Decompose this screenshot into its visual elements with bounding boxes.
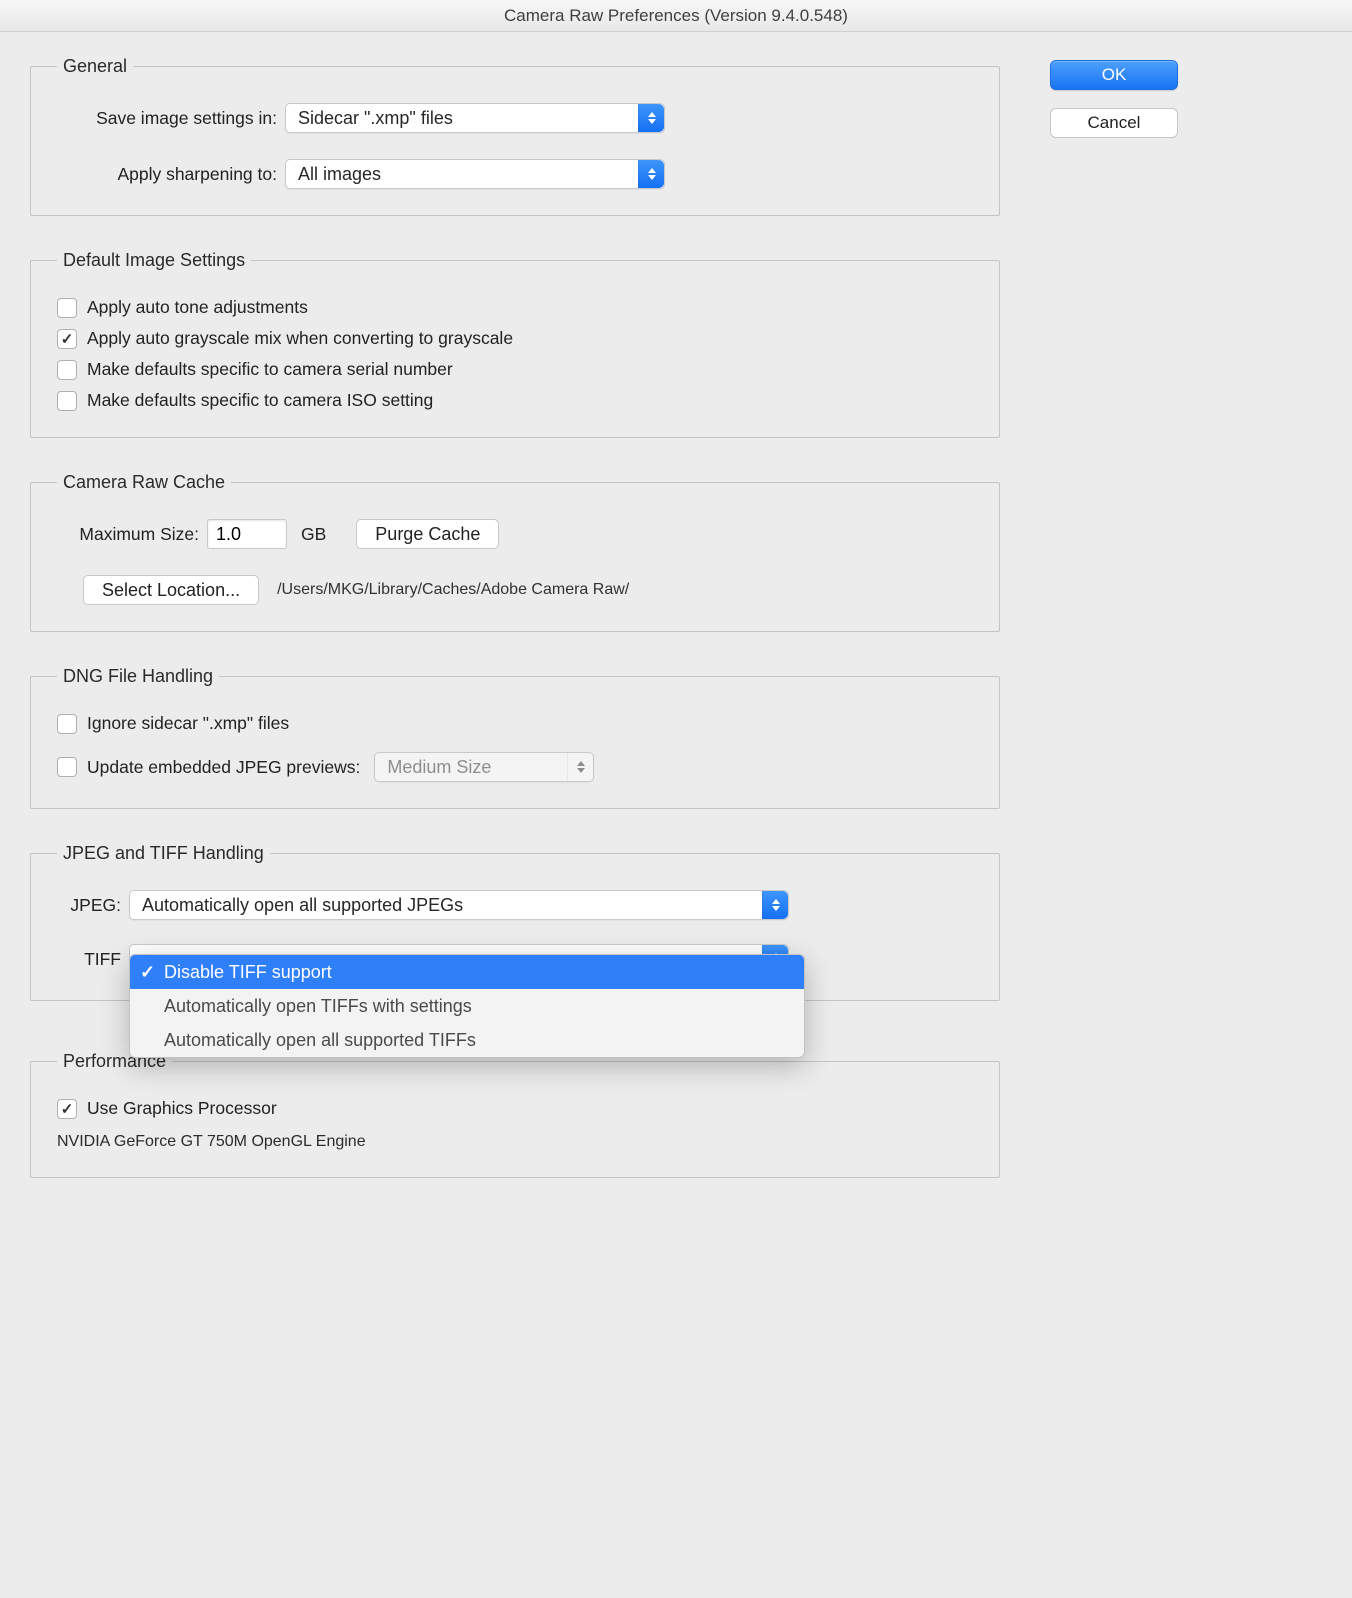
- ok-button[interactable]: OK: [1050, 60, 1178, 90]
- select-sharpen-value: All images: [298, 164, 381, 185]
- stepper-icon: [567, 753, 593, 781]
- checkbox-icon: [57, 329, 77, 349]
- checkbox-auto-tone-label: Apply auto tone adjustments: [87, 297, 308, 318]
- button-select-location[interactable]: Select Location...: [83, 575, 259, 605]
- checkbox-iso[interactable]: Make defaults specific to camera ISO set…: [57, 390, 973, 411]
- checkbox-icon: [57, 391, 77, 411]
- input-max-size[interactable]: [207, 519, 287, 549]
- dropdown-item-disable-tiff[interactable]: ✓ Disable TIFF support: [130, 955, 804, 989]
- checkbox-auto-grayscale[interactable]: Apply auto grayscale mix when converting…: [57, 328, 973, 349]
- select-sharpen[interactable]: All images: [285, 159, 665, 189]
- gpu-info: NVIDIA GeForce GT 750M OpenGL Engine: [57, 1133, 973, 1151]
- checkbox-auto-grayscale-label: Apply auto grayscale mix when converting…: [87, 328, 513, 349]
- checkbox-auto-tone[interactable]: Apply auto tone adjustments: [57, 297, 973, 318]
- select-preview-size: Medium Size: [374, 752, 594, 782]
- group-dng: DNG File Handling Ignore sidecar ".xmp" …: [30, 666, 1000, 809]
- group-general: General Save image settings in: Sidecar …: [30, 56, 1000, 216]
- checkbox-icon: [57, 757, 77, 777]
- checkbox-use-gpu-label: Use Graphics Processor: [87, 1098, 277, 1119]
- dropdown-tiff-options[interactable]: ✓ Disable TIFF support Automatically ope…: [129, 954, 805, 1058]
- checkbox-use-gpu[interactable]: Use Graphics Processor: [57, 1098, 973, 1119]
- cancel-button[interactable]: Cancel: [1050, 108, 1178, 138]
- legend-defaults: Default Image Settings: [57, 250, 251, 271]
- window-title: Camera Raw Preferences (Version 9.4.0.54…: [0, 0, 1352, 32]
- legend-dng: DNG File Handling: [57, 666, 219, 687]
- checkbox-icon: [57, 1099, 77, 1119]
- checkbox-iso-label: Make defaults specific to camera ISO set…: [87, 390, 433, 411]
- stepper-icon: [762, 891, 788, 919]
- stepper-icon: [638, 104, 664, 132]
- check-icon: ✓: [140, 962, 155, 983]
- dropdown-item-tiff-with-settings[interactable]: Automatically open TIFFs with settings: [130, 989, 804, 1023]
- select-preview-size-value: Medium Size: [387, 757, 491, 778]
- label-sharpen: Apply sharpening to:: [57, 164, 285, 185]
- group-default-image-settings: Default Image Settings Apply auto tone a…: [30, 250, 1000, 438]
- checkbox-serial[interactable]: Make defaults specific to camera serial …: [57, 359, 973, 380]
- checkbox-icon: [57, 714, 77, 734]
- label-jpeg: JPEG:: [57, 895, 129, 916]
- label-save-settings: Save image settings in:: [57, 108, 285, 129]
- legend-cache: Camera Raw Cache: [57, 472, 231, 493]
- checkbox-icon: [57, 360, 77, 380]
- select-save-settings-value: Sidecar ".xmp" files: [298, 108, 453, 129]
- checkbox-ignore-sidecar-label: Ignore sidecar ".xmp" files: [87, 713, 289, 734]
- checkbox-ignore-sidecar[interactable]: Ignore sidecar ".xmp" files: [57, 713, 973, 734]
- group-cache: Camera Raw Cache Maximum Size: GB Purge …: [30, 472, 1000, 632]
- dropdown-item-tiff-all[interactable]: Automatically open all supported TIFFs: [130, 1023, 804, 1057]
- dropdown-item-label: Automatically open TIFFs with settings: [164, 996, 472, 1017]
- button-purge-cache[interactable]: Purge Cache: [356, 519, 499, 549]
- checkbox-update-previews[interactable]: Update embedded JPEG previews: Medium Si…: [57, 752, 973, 782]
- group-performance: Performance Use Graphics Processor NVIDI…: [30, 1051, 1000, 1178]
- checkbox-update-previews-label: Update embedded JPEG previews:: [87, 757, 360, 778]
- stepper-icon: [638, 160, 664, 188]
- cache-path: /Users/MKG/Library/Caches/Adobe Camera R…: [277, 581, 629, 599]
- label-max-size: Maximum Size:: [57, 524, 207, 545]
- dropdown-item-label: Automatically open all supported TIFFs: [164, 1030, 476, 1051]
- select-jpeg[interactable]: Automatically open all supported JPEGs: [129, 890, 789, 920]
- legend-general: General: [57, 56, 133, 77]
- group-jpeg-tiff: JPEG and TIFF Handling JPEG: Automatical…: [30, 843, 1000, 1001]
- checkbox-icon: [57, 298, 77, 318]
- select-jpeg-value: Automatically open all supported JPEGs: [142, 895, 463, 916]
- label-tiff: TIFF: [57, 949, 129, 970]
- checkbox-serial-label: Make defaults specific to camera serial …: [87, 359, 453, 380]
- label-gb: GB: [301, 524, 326, 545]
- dropdown-item-label: Disable TIFF support: [164, 962, 332, 983]
- legend-jpeg-tiff: JPEG and TIFF Handling: [57, 843, 270, 864]
- select-save-settings[interactable]: Sidecar ".xmp" files: [285, 103, 665, 133]
